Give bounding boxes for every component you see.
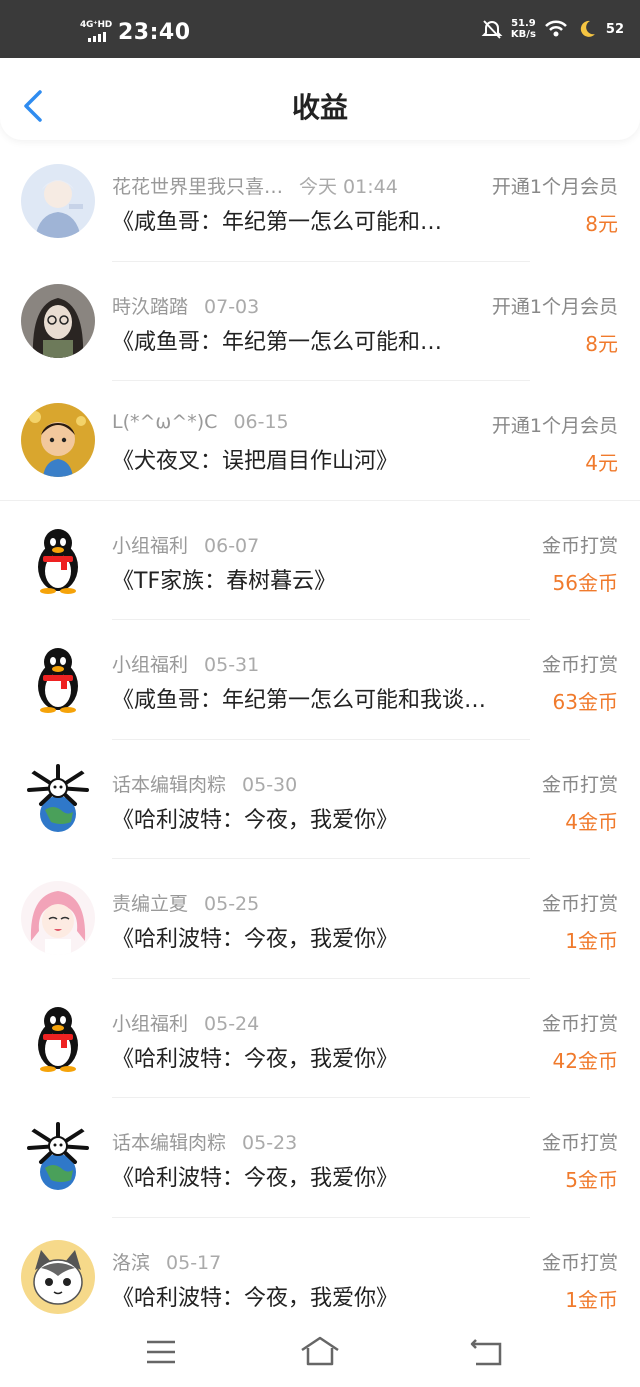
item-meta: 小组福利 06-07	[112, 531, 259, 558]
item-date: 05-31	[204, 654, 260, 676]
pink-hair-girl-avatar	[21, 881, 95, 955]
earning-amount: 8元	[585, 331, 618, 356]
book-title: 《咸鱼哥：年纪第一怎么可能和我谈…	[112, 688, 487, 713]
moon-icon	[580, 20, 595, 37]
user-name: L(*^ω^*)C	[112, 411, 218, 433]
earning-amount: 5金币	[565, 1168, 618, 1192]
wifi-icon	[545, 20, 567, 37]
item-meta: 责编立夏 05-25	[112, 889, 259, 916]
user-name: 话本编辑肉粽	[112, 1132, 227, 1154]
list-item[interactable]: 责编立夏 05-25 《哈利波特：今夜，我爱你》 金币打赏 1金币	[0, 859, 640, 979]
book-title: 《哈利波特：今夜，我爱你》	[112, 1166, 399, 1191]
item-date: 05-17	[166, 1251, 222, 1274]
book-title: 《哈利波特：今夜，我爱你》	[112, 807, 399, 833]
mute-bell-icon	[481, 20, 503, 39]
menu-icon[interactable]	[141, 1334, 181, 1370]
item-date: 05-25	[204, 893, 260, 915]
user-name: 時汣踏踏	[112, 295, 189, 318]
list-item[interactable]: 小组福利 06-07 《TF家族：春树暮云》 金币打赏 56金币	[0, 501, 640, 620]
item-date: 05-30	[242, 773, 298, 796]
user-name: 小组福利	[112, 654, 189, 676]
item-meta: 花花世界里我只喜… 今天 01:44	[112, 172, 398, 199]
item-meta: 洛滨 05-17	[112, 1248, 221, 1275]
item-date: 06-07	[204, 534, 260, 557]
user-name: 洛滨	[112, 1251, 151, 1274]
system-nav-bar	[0, 1322, 640, 1387]
earning-amount: 4金币	[565, 809, 618, 834]
item-meta: 小组福利 05-31	[112, 650, 259, 677]
battery-level: 52	[605, 21, 624, 37]
list-item[interactable]: 洛滨 05-17 《哈利波特：今夜，我爱你》 金币打赏 1金币	[0, 1218, 640, 1338]
qq-penguin-avatar	[21, 1000, 95, 1075]
earning-type: 金币打赏	[541, 534, 618, 557]
status-bar: 4G⁺HD 23:40 51.9 KB/s 52	[0, 0, 640, 58]
user-name: 责编立夏	[112, 893, 189, 915]
home-icon[interactable]	[298, 1334, 342, 1370]
earning-amount: 4元	[585, 451, 618, 475]
earning-amount: 1金币	[565, 1287, 618, 1312]
earning-type: 开通1个月会员	[491, 295, 618, 318]
earning-type: 金币打赏	[541, 654, 618, 676]
list-item[interactable]: 花花世界里我只喜… 今天 01:44 《咸鱼哥：年纪第一怎么可能和… 开通1个月会…	[0, 142, 640, 262]
item-meta: 時汣踏踏 07-03	[112, 292, 259, 319]
list-item[interactable]: L(*^ω^*)C 06-15 《犬夜叉：误把眉目作山河》 开通1个月会员 4元	[0, 381, 640, 501]
signal-icon	[88, 32, 106, 42]
earning-type: 开通1个月会员	[491, 176, 618, 198]
page-title: 收益	[291, 91, 348, 124]
clock: 23:40	[118, 20, 191, 45]
item-date: 05-24	[204, 1012, 260, 1035]
list-item[interactable]: 小组福利 05-31 《咸鱼哥：年纪第一怎么可能和我谈… 金币打赏 63金币	[0, 620, 640, 740]
globe-dog-avatar	[21, 761, 95, 836]
earning-type: 金币打赏	[541, 773, 618, 796]
earning-amount: 56金币	[552, 570, 618, 595]
item-date: 07-03	[204, 295, 260, 318]
qq-penguin-avatar	[21, 522, 95, 597]
item-meta: 小组福利 05-24	[112, 1009, 259, 1036]
item-meta: L(*^ω^*)C 06-15	[112, 411, 289, 433]
user-name: 小组福利	[112, 534, 189, 557]
earning-type: 金币打赏	[541, 1251, 618, 1274]
earning-type: 金币打赏	[541, 1012, 618, 1035]
earning-type: 金币打赏	[541, 1132, 618, 1154]
list-item[interactable]: 话本编辑肉粽 05-23 《哈利波特：今夜，我爱你》 金币打赏 5金币	[0, 1098, 640, 1218]
item-date: 今天 01:44	[299, 176, 398, 198]
book-title: 《咸鱼哥：年纪第一怎么可能和…	[112, 329, 443, 355]
book-title: 《哈利波特：今夜，我爱你》	[112, 927, 399, 952]
book-title: 《哈利波特：今夜，我爱你》	[112, 1285, 399, 1311]
list-item[interactable]: 小组福利 05-24 《哈利波特：今夜，我爱你》 金币打赏 42金币	[0, 979, 640, 1098]
earning-type: 金币打赏	[541, 893, 618, 915]
book-title: 《犬夜叉：误把眉目作山河》	[112, 449, 399, 474]
cat-avatar	[21, 1239, 95, 1314]
earning-amount: 63金币	[552, 690, 618, 714]
cartoon-boy-avatar	[21, 403, 95, 477]
girl-glasses-avatar	[21, 283, 95, 358]
network-type: 4G⁺HD	[80, 20, 112, 30]
list-item[interactable]: 時汣踏踏 07-03 《咸鱼哥：年纪第一怎么可能和… 开通1个月会员 8元	[0, 262, 640, 381]
return-icon[interactable]	[466, 1334, 506, 1370]
anime-boy-avatar	[21, 164, 95, 238]
user-name: 话本编辑肉粽	[112, 773, 227, 796]
book-title: 《咸鱼哥：年纪第一怎么可能和…	[112, 210, 443, 235]
item-date: 06-15	[233, 411, 289, 433]
page-header: 收益	[0, 58, 640, 140]
user-name: 花花世界里我只喜…	[112, 176, 284, 198]
list-item[interactable]: 话本编辑肉粽 05-30 《哈利波特：今夜，我爱你》 金币打赏 4金币	[0, 740, 640, 859]
network-speed: 51.9 KB/s	[510, 18, 536, 40]
qq-penguin-avatar	[21, 642, 95, 716]
earning-type: 开通1个月会员	[491, 415, 618, 437]
earning-amount: 8元	[585, 212, 618, 236]
book-title: 《TF家族：春树暮云》	[112, 568, 337, 594]
globe-dog-avatar	[21, 1120, 95, 1194]
earning-amount: 42金币	[552, 1048, 618, 1073]
book-title: 《哈利波特：今夜，我爱你》	[112, 1046, 399, 1072]
earning-amount: 1金币	[565, 929, 618, 953]
user-name: 小组福利	[112, 1012, 189, 1035]
item-meta: 话本编辑肉粽 05-23	[112, 1128, 297, 1155]
item-meta: 话本编辑肉粽 05-30	[112, 770, 297, 797]
earnings-list: 花花世界里我只喜… 今天 01:44 《咸鱼哥：年纪第一怎么可能和… 开通1个月会…	[0, 142, 640, 1337]
item-date: 05-23	[242, 1132, 298, 1154]
